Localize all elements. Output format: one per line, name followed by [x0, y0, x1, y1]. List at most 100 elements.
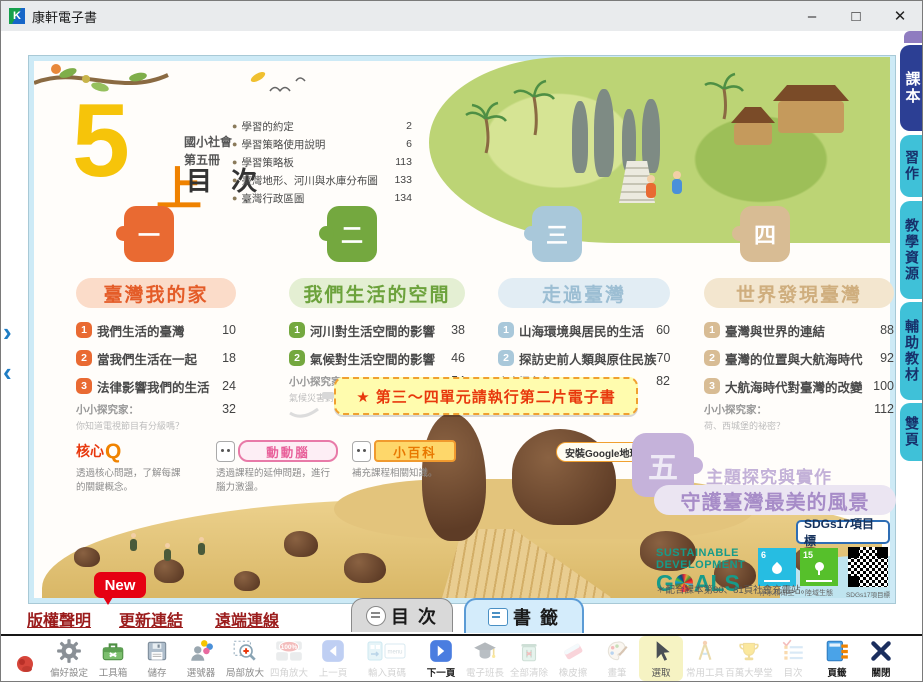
- eraser-button[interactable]: 橡皮擦: [551, 636, 595, 681]
- legend-encyclopedia: 小百科 補充課程相關知識。: [352, 441, 456, 481]
- page-tabs-button[interactable]: 頁籤: [815, 636, 859, 681]
- lesson-row[interactable]: 1山海環境與居民的生活60: [498, 316, 670, 344]
- toolbar-label: 百萬大學堂: [725, 665, 773, 679]
- encyclopedia-label: 小百科: [374, 440, 456, 462]
- front-matter-row: ●臺灣地形、河川與水庫分布圖133: [232, 171, 412, 189]
- number-picker-button[interactable]: 選號器: [179, 636, 223, 681]
- tab-supplementary-materials[interactable]: 輔助教材: [900, 302, 923, 400]
- zoom-100-icon: 100%: [274, 637, 304, 665]
- hidden-tab-sliver[interactable]: [904, 31, 923, 43]
- lesson-page: 92: [880, 351, 894, 365]
- save-button[interactable]: 儲存: [135, 636, 179, 681]
- lesson-title: 當我們生活在一起: [97, 349, 197, 368]
- maximize-button[interactable]: □: [834, 1, 878, 31]
- lesson-number-badge: 2: [76, 350, 92, 366]
- bookmark-tab-icon: [488, 608, 508, 626]
- robot-mascot-icon: [352, 441, 371, 462]
- corner-zoom-button[interactable]: 100% 四角放大: [267, 636, 311, 681]
- lesson-row[interactable]: 2探訪史前人類與原住民族70: [498, 344, 670, 372]
- e-class-leader-button[interactable]: 電子班長: [463, 636, 507, 681]
- common-tools-button[interactable]: 常用工具: [683, 636, 727, 681]
- sdg-goal15-icon: 15 陸域生態: [800, 548, 838, 586]
- fm-page: 2: [406, 120, 412, 132]
- explorer-page: 32: [222, 402, 236, 416]
- bookmark-tab-label: 書 籤: [513, 604, 560, 630]
- update-link[interactable]: 更新連結: [119, 607, 183, 631]
- content-area: › ‹: [1, 31, 923, 635]
- lesson-row[interactable]: 2氣候對生活空間的影響46: [289, 344, 465, 372]
- stamp-icon: [13, 651, 37, 679]
- explorer-question: 你知道電視節目有分級嗎？: [76, 419, 236, 432]
- paint-brush-button[interactable]: 畫筆: [595, 636, 639, 681]
- toc-tab-icon: [366, 606, 386, 626]
- explorer-page: 82: [656, 374, 670, 388]
- toolbar-label: 常用工具: [686, 665, 724, 679]
- close-window-button[interactable]: ✕: [878, 1, 922, 31]
- partial-zoom-button[interactable]: 局部放大: [223, 636, 267, 681]
- stamp-button[interactable]: [3, 636, 47, 681]
- panel-expand-icon[interactable]: ›: [3, 319, 12, 345]
- prev-page-arrow-icon[interactable]: ‹: [3, 359, 12, 385]
- fm-label: 臺灣地形、河川與水庫分布圖: [241, 173, 378, 188]
- svg-text:menu: menu: [387, 650, 402, 656]
- tab-workbook[interactable]: 習作: [900, 135, 923, 197]
- toc-tab-label: 目 次: [391, 603, 438, 629]
- toolbar-label: 選號器: [187, 665, 216, 679]
- book-page: 5 上 國小社會 第五冊 目 次 ●學習的約定2 ●學習策略使用說明6 ●學習策…: [29, 56, 895, 603]
- lesson-title: 山海環境與居民的生活: [519, 321, 644, 340]
- rock-illustration: [74, 547, 100, 567]
- clear-all-button[interactable]: 全部清除: [507, 636, 551, 681]
- lesson-title: 探訪史前人類與原住民族: [519, 349, 657, 368]
- lesson-page: 38: [451, 323, 465, 337]
- core-q-letter: Q: [105, 441, 121, 462]
- toolbar-label: 工具箱: [99, 665, 128, 679]
- explorer-row: 小小探究家：112: [704, 402, 894, 417]
- lesson-row[interactable]: 2 當我們生活在一起 18: [76, 344, 236, 372]
- fm-label: 學習策略板: [241, 155, 294, 170]
- app-title: 康軒電子書: [32, 7, 97, 26]
- toc-tab[interactable]: 目 次: [351, 598, 453, 632]
- explorer-page: 112: [874, 402, 894, 416]
- tab-two-page-view[interactable]: 雙頁: [900, 403, 923, 461]
- copyright-link[interactable]: 版權聲明: [27, 607, 91, 631]
- subject: 國小社會: [184, 133, 232, 151]
- fm-page: 113: [395, 156, 412, 168]
- explorer-row: 小小探究家：32: [76, 402, 236, 417]
- toolbar-label: 四角放大: [270, 665, 308, 679]
- toolbox-button[interactable]: 工具箱: [91, 636, 135, 681]
- sdg6-number: 6: [761, 550, 766, 560]
- page-input-button[interactable]: menu 輸入頁碼: [355, 636, 419, 681]
- lesson-page: 18: [222, 351, 236, 365]
- preferences-button[interactable]: 偏好設定: [47, 636, 91, 681]
- lesson-row[interactable]: 1河川對生活空間的影響38: [289, 316, 465, 344]
- select-button[interactable]: 選取: [639, 636, 683, 681]
- toolbar-label: 偏好設定: [50, 665, 88, 679]
- bullet-icon: ●: [232, 157, 237, 167]
- next-page-button[interactable]: 下一頁: [419, 636, 463, 681]
- unit1-title: 臺灣我的家: [76, 278, 236, 308]
- toolbar-label: 橡皮擦: [559, 665, 588, 679]
- lesson-number-badge: 1: [76, 322, 92, 338]
- minimize-button[interactable]: –: [790, 1, 834, 31]
- legend-brainstorm: 動動腦 透過課程的延伸問題，進行腦力激盪。: [216, 441, 338, 495]
- remote-connection-link[interactable]: 遠端連線: [215, 607, 279, 631]
- sdgs-17-goals-button[interactable]: SDGs17項目標: [796, 520, 890, 544]
- child-illustration: [672, 179, 682, 194]
- prev-page-button[interactable]: 上一頁: [311, 636, 355, 681]
- bookmark-tab[interactable]: 書 籤: [464, 598, 584, 633]
- lesson-row[interactable]: 1臺灣與世界的連結88: [704, 316, 894, 344]
- unit-column-3: 三 走過臺灣 1山海環境與居民的生活60 2探訪史前人類與原住民族70 小小探究…: [498, 206, 670, 404]
- quiz-button[interactable]: 百萬大學堂: [727, 636, 771, 681]
- fm-label: 臺灣行政區圖: [241, 191, 304, 206]
- arrow-right-icon: [428, 637, 454, 665]
- lesson-row[interactable]: 1我們生活的臺灣10: [76, 316, 236, 344]
- tab-teaching-resources[interactable]: 教學資源: [900, 201, 923, 299]
- tab-textbook[interactable]: 課本: [900, 45, 923, 131]
- lesson-number-badge: 1: [704, 322, 720, 338]
- lesson-row[interactable]: 3大航海時代對臺灣的改變100: [704, 372, 894, 400]
- toc-button[interactable]: 目次: [771, 636, 815, 681]
- close-button[interactable]: 關閉: [859, 636, 903, 681]
- lesson-row[interactable]: 3法律影響我們的生活24: [76, 372, 236, 400]
- lesson-row[interactable]: 2臺灣的位置與大航海時代92: [704, 344, 894, 372]
- stone-illustration: [572, 101, 588, 173]
